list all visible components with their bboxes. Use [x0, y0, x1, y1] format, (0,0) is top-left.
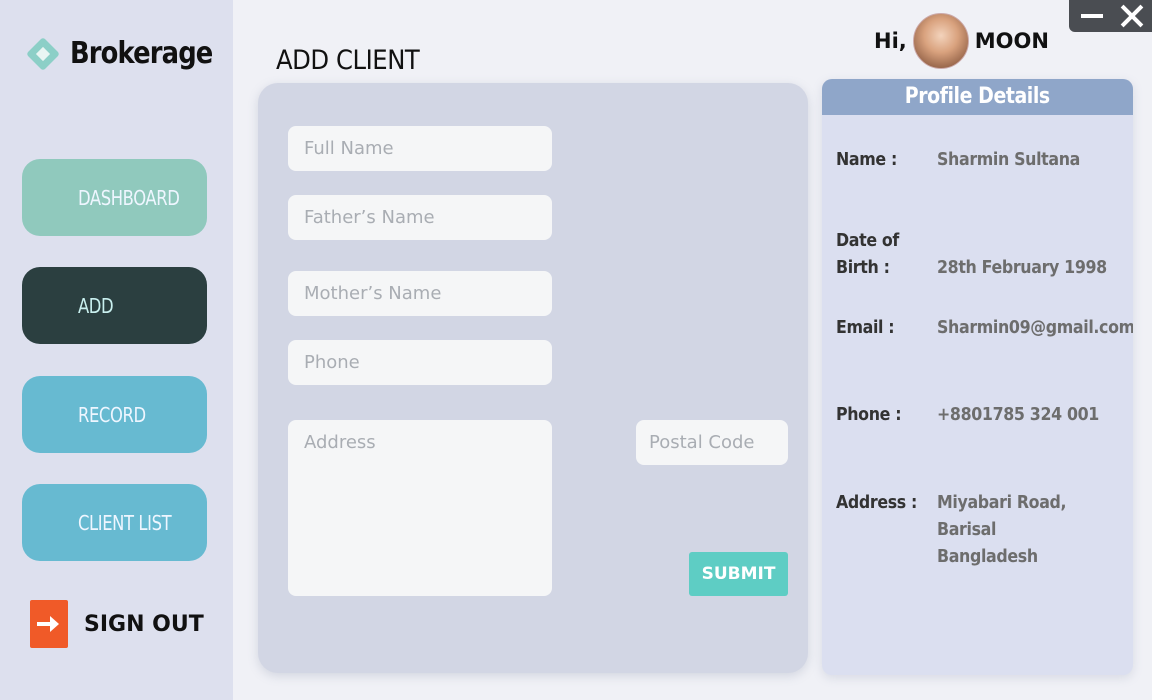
sign-out-button[interactable]: SIGN OUT	[30, 600, 204, 648]
user-name: MOON	[974, 29, 1049, 53]
profile-details-panel: Profile Details Name : Sharmin Sultana D…	[822, 79, 1133, 675]
phone-label: Phone :	[836, 404, 902, 425]
record-button[interactable]: RECORD	[22, 376, 207, 453]
sign-out-icon	[30, 600, 68, 648]
father-name-input[interactable]	[288, 195, 552, 240]
add-button[interactable]: ADD	[22, 267, 207, 344]
user-greeting: Hi, MOON	[874, 12, 1049, 70]
email-value: Sharmin09@gmail.com	[937, 317, 1133, 338]
greeting-text: Hi,	[874, 29, 907, 53]
dashboard-button[interactable]: DASHBOARD	[22, 159, 207, 236]
diamond-logo-icon	[26, 36, 60, 71]
client-list-label: CLIENT LIST	[78, 510, 172, 535]
name-value: Sharmin Sultana	[937, 149, 1080, 170]
sign-out-label: SIGN OUT	[84, 611, 204, 637]
brand-name: Brokerage	[70, 36, 213, 71]
avatar[interactable]	[912, 13, 969, 69]
dob-label: Date of Birth :	[836, 230, 899, 278]
client-list-button[interactable]: CLIENT LIST	[22, 484, 207, 561]
dashboard-label: DASHBOARD	[78, 185, 180, 210]
brand-logo[interactable]: Brokerage	[26, 36, 236, 71]
window-controls	[1069, 0, 1152, 32]
add-client-form: SUBMIT	[258, 83, 808, 673]
address-input[interactable]	[288, 420, 552, 596]
phone-value: +8801785 324 001	[937, 404, 1099, 425]
phone-input[interactable]	[288, 340, 552, 385]
sidebar: Brokerage DASHBOARD ADD RECORD CLIENT LI…	[0, 0, 233, 700]
profile-heading: Profile Details	[822, 79, 1133, 115]
add-label: ADD	[78, 293, 114, 318]
record-label: RECORD	[78, 402, 146, 427]
dob-value: 28th February 1998	[937, 257, 1107, 278]
full-name-input[interactable]	[288, 126, 552, 171]
close-icon[interactable]	[1119, 3, 1145, 29]
minimize-icon[interactable]	[1081, 10, 1103, 22]
page-title: ADD CLIENT	[276, 45, 420, 76]
postal-code-input[interactable]	[636, 420, 788, 465]
mother-name-input[interactable]	[288, 271, 552, 316]
address-value: Miyabari Road, Barisal Bangladesh	[937, 492, 1067, 567]
email-label: Email :	[836, 317, 895, 338]
name-label: Name :	[836, 149, 897, 170]
address-label: Address :	[836, 492, 918, 513]
submit-button[interactable]: SUBMIT	[689, 552, 788, 596]
